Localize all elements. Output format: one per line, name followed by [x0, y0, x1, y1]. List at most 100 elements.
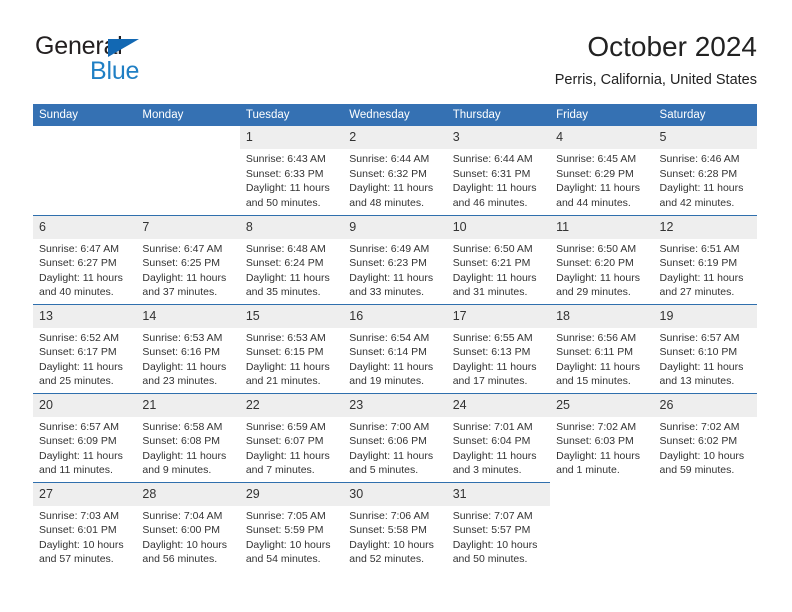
day-cell-content: 15 Sunrise: 6:53 AM Sunset: 6:15 PM Dayligh… — [239, 304, 344, 393]
sunrise-text: Sunrise: 6:43 AM — [245, 153, 326, 165]
sunrise-text: Sunrise: 6:57 AM — [39, 420, 119, 433]
sunrise-text: Sunrise: 6:49 AM — [349, 242, 430, 255]
calendar-day-cell[interactable]: 12 Sunrise: 6:51 AM Sunset: 6:19 PM Dayligh… — [653, 214, 757, 304]
calendar-day-cell[interactable]: 1 Sunrise: 6:43 AM Sunset: 6:33 PM Daylight… — [239, 126, 344, 215]
calendar-day-cell[interactable]: 13 Sunrise: 6:52 AM Sunset: 6:17 PM Dayligh… — [33, 303, 137, 393]
calendar-day-cell[interactable]: 10 Sunrise: 6:50 AM Sunset: 6:21 PM Dayligh… — [446, 214, 551, 304]
calendar-week-row: 6 Sunrise: 6:47 AM Sunset: 6:27 PM Daylight… — [33, 214, 757, 304]
sunset-text: Sunset: 6:29 PM — [556, 167, 634, 180]
calendar-cell-empty — [654, 482, 757, 571]
calendar-day-cell[interactable]: 2 Sunrise: 6:44 AM Sunset: 6:32 PM Daylight… — [343, 126, 447, 215]
day-cell-content: 16 Sunrise: 6:54 AM Sunset: 6:14 PM Dayligh… — [343, 304, 447, 393]
sunrise-text: Sunrise: 7:02 AM — [659, 420, 740, 433]
day-cell-content: 26 Sunrise: 7:02 AM Sunset: 6:02 PM Dayligh… — [653, 393, 757, 482]
daylight-text: Daylight: 10 hours and 57 minutes. — [39, 538, 124, 566]
calendar-day-cell[interactable]: 17 Sunrise: 6:55 AM Sunset: 6:13 PM Dayligh… — [446, 303, 551, 393]
day-number: 15 — [239, 304, 344, 328]
day-details: Sunrise: 7:03 AM Sunset: 6:01 PM Daylight:… — [33, 506, 136, 567]
sunrise-text: Sunrise: 6:58 AM — [142, 420, 223, 433]
calendar-day-cell[interactable]: 19 Sunrise: 6:57 AM Sunset: 6:10 PM Dayligh… — [653, 303, 757, 393]
calendar-day-cell[interactable]: 15 Sunrise: 6:53 AM Sunset: 6:15 PM Dayligh… — [239, 303, 344, 393]
calendar-day-cell[interactable]: 29 Sunrise: 7:05 AM Sunset: 5:59 PM Dayligh… — [239, 481, 344, 571]
triangle-logo-icon — [108, 39, 139, 57]
day-number: 25 — [550, 393, 654, 417]
calendar-day-cell[interactable]: 9 Sunrise: 6:49 AM Sunset: 6:23 PM Daylight… — [343, 214, 447, 304]
calendar-day-cell[interactable]: 3 Sunrise: 6:44 AM Sunset: 6:31 PM Daylight… — [446, 126, 551, 215]
calendar-day-cell[interactable]: 5 Sunrise: 6:46 AM Sunset: 6:28 PM Daylight… — [653, 126, 757, 215]
day-number: 26 — [653, 393, 757, 417]
sunrise-text: Sunrise: 7:06 AM — [349, 509, 430, 522]
day-details: Sunrise: 6:44 AM Sunset: 6:32 PM Daylight:… — [343, 149, 446, 210]
title-block: October 2024 Perris, California, United … — [555, 30, 757, 90]
weekday-header-sunday: Sunday — [33, 104, 137, 126]
day-cell-content: 12 Sunrise: 6:51 AM Sunset: 6:19 PM Dayligh… — [653, 215, 757, 304]
calendar-day-cell[interactable]: 27 Sunrise: 7:03 AM Sunset: 6:01 PM Dayligh… — [33, 481, 137, 571]
page-title: October 2024 — [587, 31, 757, 62]
day-number: 21 — [136, 393, 240, 417]
day-details: Sunrise: 6:47 AM Sunset: 6:27 PM Daylight:… — [33, 239, 136, 300]
calendar-day-cell[interactable]: 24 Sunrise: 7:01 AM Sunset: 6:04 PM Dayligh… — [446, 392, 551, 482]
day-number: 20 — [33, 393, 137, 417]
sunrise-text: Sunrise: 7:01 AM — [452, 420, 533, 433]
day-number: 3 — [446, 126, 551, 149]
calendar-page: General Blue October 2024 Perris, Califo… — [0, 0, 792, 612]
calendar-day-cell[interactable]: 30 Sunrise: 7:06 AM Sunset: 5:58 PM Dayligh… — [343, 481, 447, 572]
day-cell-content: 20 Sunrise: 6:57 AM Sunset: 6:09 PM Dayligh… — [33, 393, 137, 482]
daylight-text: Daylight: 10 hours and 54 minutes. — [245, 538, 331, 566]
calendar-day-cell[interactable]: 4 Sunrise: 6:45 AM Sunset: 6:29 PM Daylight… — [550, 126, 654, 215]
calendar-day-cell[interactable]: 6 Sunrise: 6:47 AM Sunset: 6:27 PM Daylight… — [33, 214, 137, 304]
day-cell-content: 24 Sunrise: 7:01 AM Sunset: 6:04 PM Dayligh… — [446, 393, 551, 482]
day-cell-content: 11 Sunrise: 6:50 AM Sunset: 6:20 PM Dayligh… — [550, 215, 654, 304]
sunset-text: Sunset: 6:11 PM — [556, 346, 633, 359]
weekday-header-monday: Monday — [136, 104, 240, 126]
day-cell-content: 25 Sunrise: 7:02 AM Sunset: 6:03 PM Dayligh… — [550, 393, 654, 482]
day-cell-content: 13 Sunrise: 6:52 AM Sunset: 6:17 PM Dayligh… — [33, 304, 137, 393]
day-cell-content: 4 Sunrise: 6:45 AM Sunset: 6:29 PM Daylight… — [550, 126, 654, 215]
sunrise-text: Sunrise: 6:59 AM — [245, 420, 326, 433]
daylight-text: Daylight: 11 hours and 46 minutes. — [452, 182, 537, 209]
calendar-day-cell[interactable]: 18 Sunrise: 6:56 AM Sunset: 6:11 PM Dayligh… — [550, 303, 654, 393]
day-cell-content: 30 Sunrise: 7:06 AM Sunset: 5:58 PM Dayligh… — [343, 482, 447, 572]
day-details: Sunrise: 6:50 AM Sunset: 6:20 PM Daylight:… — [550, 239, 653, 300]
calendar-day-cell[interactable]: 31 Sunrise: 7:07 AM Sunset: 5:57 PM Dayligh… — [446, 481, 551, 571]
page-subtitle: Perris, California, United States — [554, 72, 757, 88]
day-cell-content: 22 Sunrise: 6:59 AM Sunset: 6:07 PM Dayligh… — [239, 393, 344, 482]
day-number: 10 — [446, 215, 551, 239]
calendar-day-cell[interactable]: 7 Sunrise: 6:47 AM Sunset: 6:25 PM Daylight… — [136, 214, 240, 304]
daylight-text: Daylight: 11 hours and 37 minutes. — [142, 271, 227, 299]
day-details: Sunrise: 6:46 AM Sunset: 6:28 PM Daylight:… — [654, 149, 757, 210]
calendar-day-cell[interactable]: 14 Sunrise: 6:53 AM Sunset: 6:16 PM Dayligh… — [136, 303, 240, 393]
sunrise-text: Sunrise: 7:07 AM — [452, 509, 533, 522]
day-number: 7 — [136, 215, 240, 239]
daylight-text: Daylight: 11 hours and 44 minutes. — [556, 182, 640, 209]
sunset-text: Sunset: 6:08 PM — [142, 435, 221, 448]
sunset-text: Sunset: 6:32 PM — [349, 167, 427, 180]
calendar-day-cell[interactable]: 23 Sunrise: 7:00 AM Sunset: 6:06 PM Dayligh… — [343, 392, 447, 482]
day-details: Sunrise: 6:57 AM Sunset: 6:09 PM Daylight:… — [33, 417, 136, 478]
sunrise-text: Sunrise: 6:55 AM — [452, 331, 533, 344]
sunset-text: Sunset: 6:04 PM — [452, 435, 531, 448]
calendar-day-cell[interactable]: 16 Sunrise: 6:54 AM Sunset: 6:14 PM Dayligh… — [343, 303, 447, 393]
day-cell-content — [33, 126, 136, 215]
calendar-day-cell[interactable]: 26 Sunrise: 7:02 AM Sunset: 6:02 PM Dayligh… — [653, 392, 757, 482]
day-number: 28 — [136, 482, 240, 506]
daylight-text: Daylight: 11 hours and 35 minutes. — [245, 271, 330, 299]
calendar-day-cell[interactable]: 8 Sunrise: 6:48 AM Sunset: 6:24 PM Daylight… — [239, 214, 344, 304]
sunset-text: Sunset: 6:01 PM — [39, 524, 117, 537]
calendar-day-cell[interactable]: 11 Sunrise: 6:50 AM Sunset: 6:20 PM Dayligh… — [550, 214, 654, 304]
calendar-day-cell[interactable]: 21 Sunrise: 6:58 AM Sunset: 6:08 PM Dayligh… — [136, 392, 240, 482]
sunset-text: Sunset: 5:57 PM — [452, 524, 531, 537]
calendar-day-cell[interactable]: 22 Sunrise: 6:59 AM Sunset: 6:07 PM Dayligh… — [239, 392, 344, 482]
day-number: 24 — [446, 393, 551, 417]
daylight-text: Daylight: 11 hours and 27 minutes. — [659, 271, 744, 299]
weekday-header-wednesday: Wednesday — [343, 104, 447, 126]
sunrise-text: Sunrise: 6:45 AM — [556, 153, 637, 165]
day-details: Sunrise: 6:48 AM Sunset: 6:24 PM Daylight:… — [240, 239, 343, 300]
calendar-day-cell[interactable]: 20 Sunrise: 6:57 AM Sunset: 6:09 PM Dayligh… — [33, 392, 137, 482]
calendar-day-cell[interactable]: 25 Sunrise: 7:02 AM Sunset: 6:03 PM Dayligh… — [550, 392, 654, 482]
day-number: 13 — [33, 304, 137, 328]
day-number: 22 — [239, 393, 344, 417]
calendar-day-cell[interactable]: 28 Sunrise: 7:04 AM Sunset: 6:00 PM Dayligh… — [136, 481, 240, 571]
day-details: Sunrise: 6:43 AM Sunset: 6:33 PM Daylight:… — [240, 149, 343, 210]
daylight-text: Daylight: 11 hours and 5 minutes. — [349, 449, 434, 477]
